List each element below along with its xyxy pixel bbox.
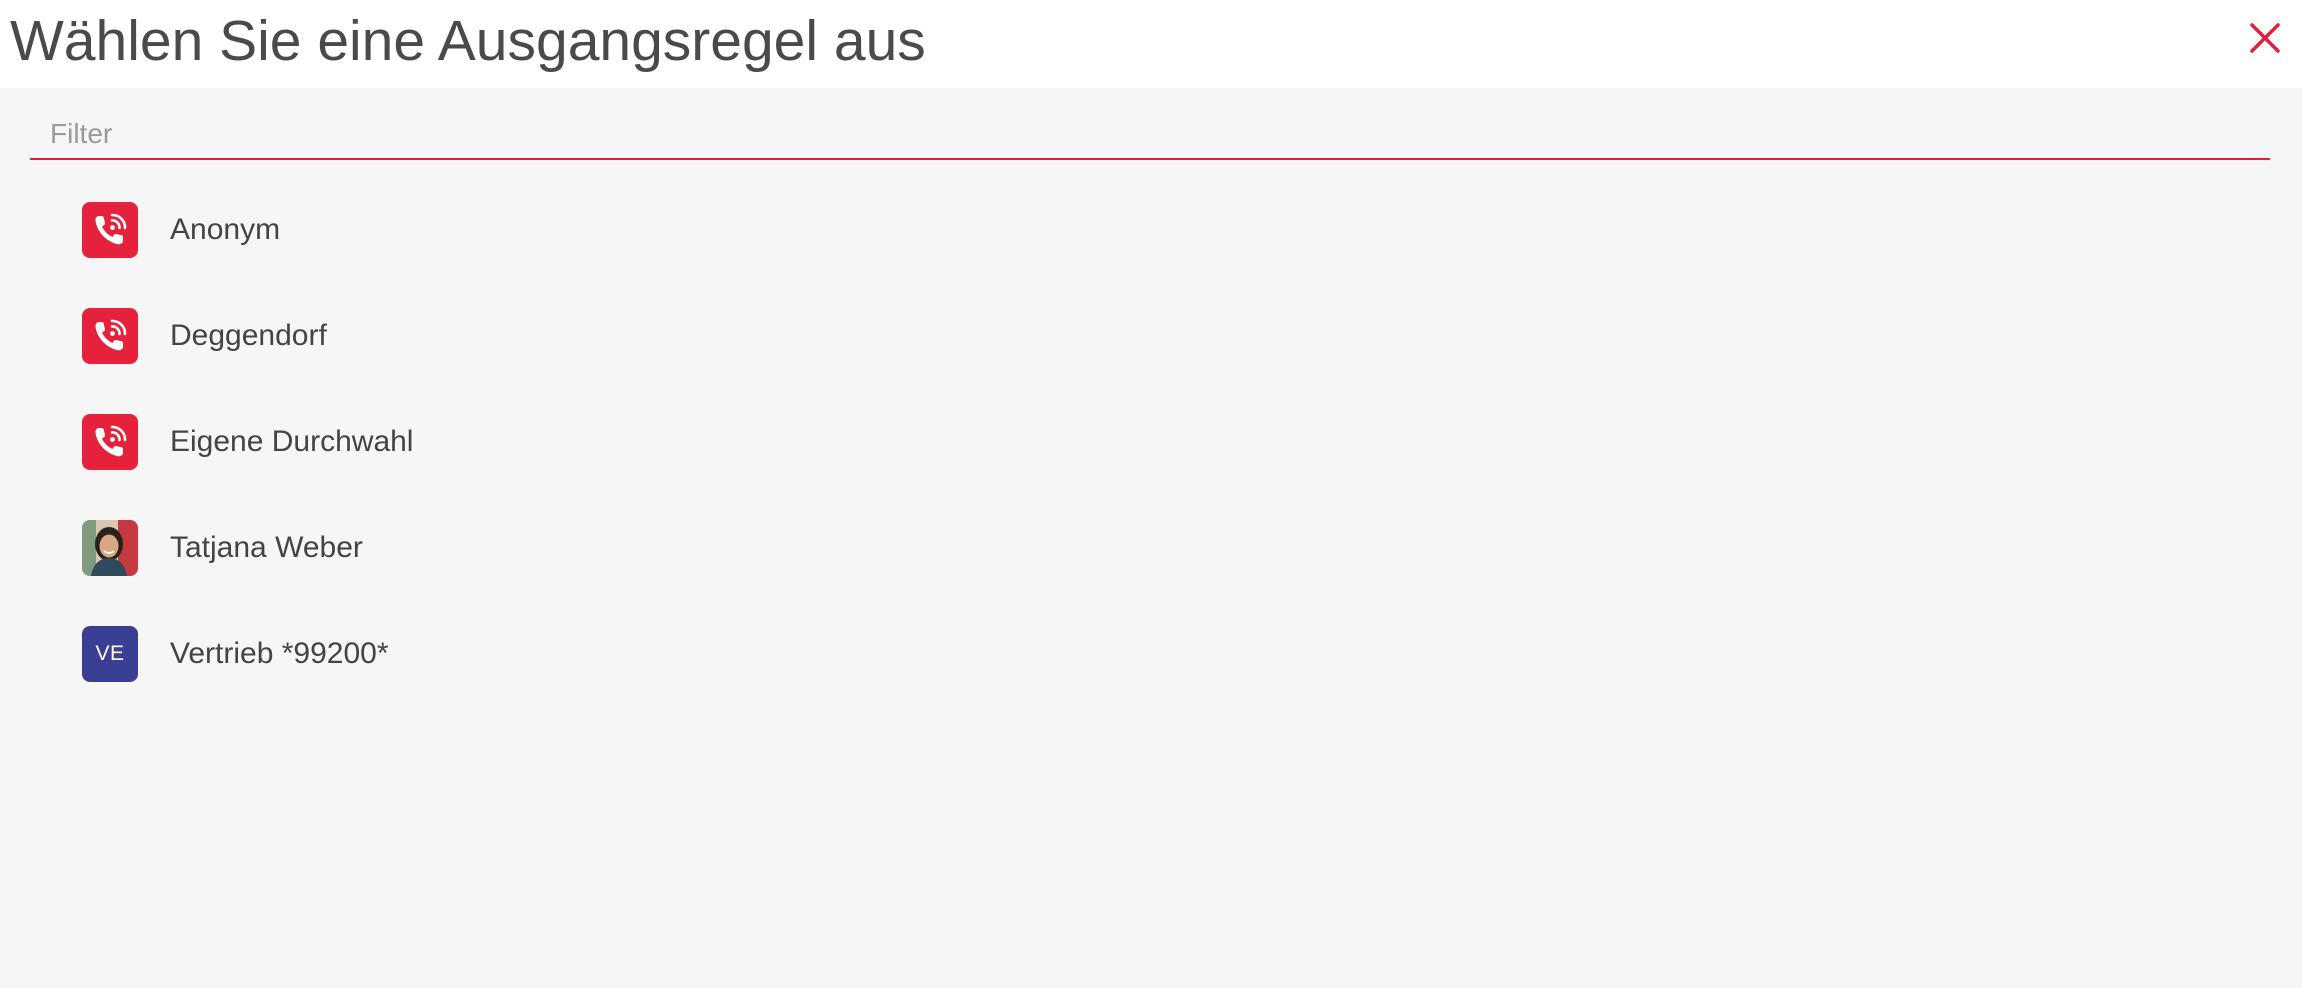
list-item-deggendorf[interactable]: Deggendorf — [0, 284, 2302, 390]
dialog-header: Wählen Sie eine Ausgangsregel aus — [0, 0, 2302, 88]
filter-input[interactable] — [30, 110, 2270, 158]
phone-ringing-icon — [82, 414, 138, 470]
dialog-title: Wählen Sie eine Ausgangsregel aus — [10, 9, 926, 73]
filter-field — [30, 110, 2270, 160]
initials-avatar: VE — [82, 626, 138, 682]
phone-ringing-icon — [82, 202, 138, 258]
outgoing-rule-list: Anonym Deggendorf Eigene Durchwahl Tatja… — [0, 178, 2302, 708]
user-avatar-photo — [82, 520, 138, 576]
close-icon[interactable] — [2245, 18, 2285, 58]
list-item-label: Deggendorf — [170, 319, 327, 352]
list-item-label: Anonym — [170, 213, 281, 246]
list-item-label: Eigene Durchwahl — [170, 425, 414, 458]
list-item-tatjana-weber[interactable]: Tatjana Weber — [0, 496, 2302, 602]
list-item-vertrieb[interactable]: VE Vertrieb *99200* — [0, 602, 2302, 708]
list-item-eigene-durchwahl[interactable]: Eigene Durchwahl — [0, 390, 2302, 496]
select-outgoing-rule-dialog: Wählen Sie eine Ausgangsregel aus Anonym — [0, 0, 2302, 988]
phone-ringing-icon — [82, 308, 138, 364]
list-item-label: Tatjana Weber — [170, 531, 363, 564]
list-item-label: Vertrieb *99200* — [170, 637, 389, 670]
list-item-anonym[interactable]: Anonym — [0, 178, 2302, 284]
